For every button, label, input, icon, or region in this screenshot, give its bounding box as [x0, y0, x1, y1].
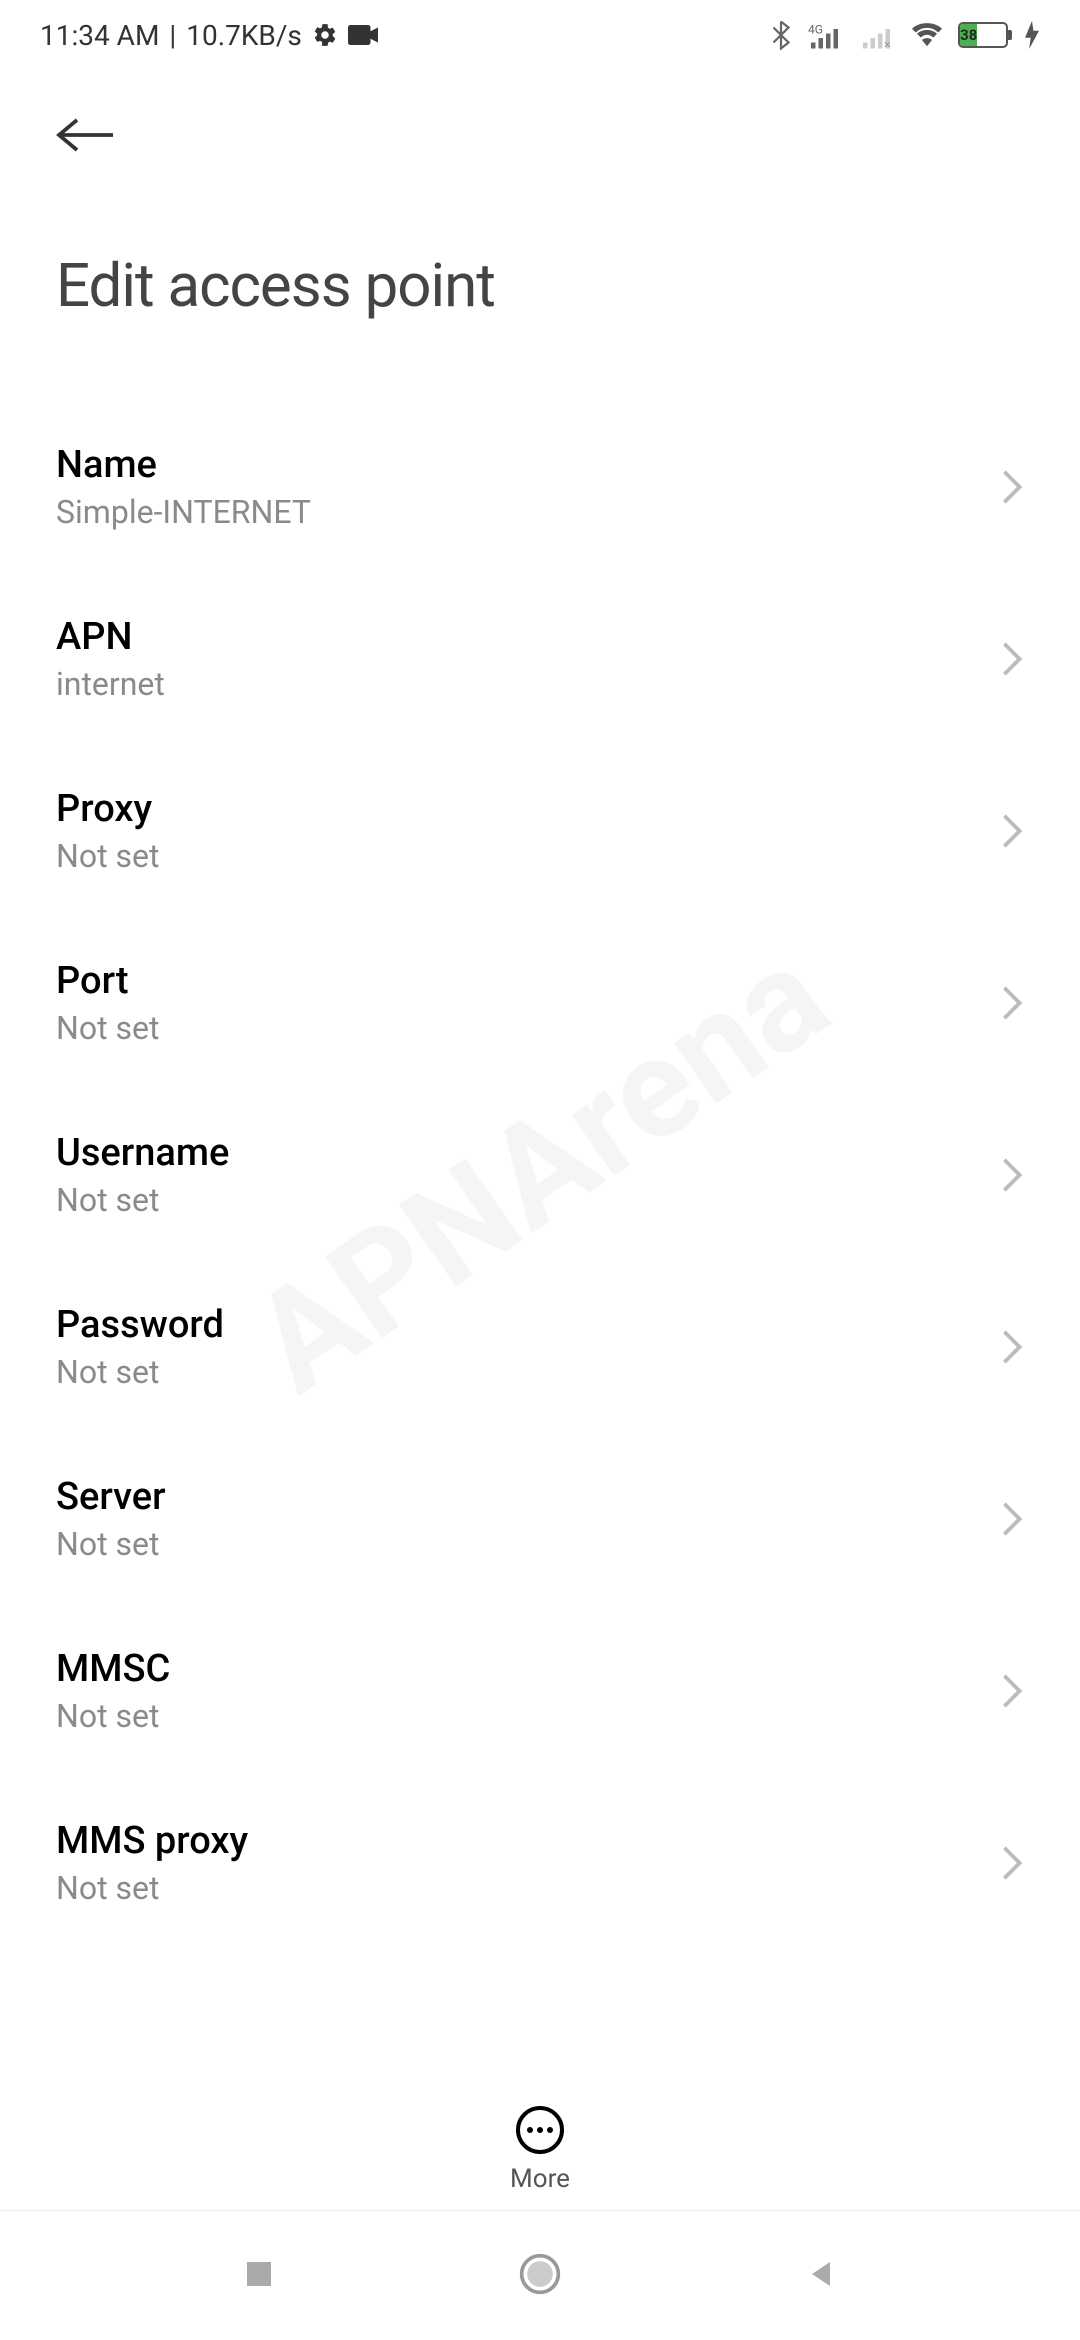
setting-label: APN — [56, 615, 165, 659]
arrow-left-icon — [56, 115, 116, 155]
status-speed: 10.7KB/s — [186, 19, 302, 52]
setting-label: Username — [56, 1131, 229, 1175]
setting-value: Not set — [56, 1181, 229, 1219]
setting-value: Not set — [56, 837, 159, 875]
svg-text:4G: 4G — [808, 23, 823, 37]
setting-row-proxy[interactable]: Proxy Not set — [56, 745, 1024, 917]
setting-label: Password — [56, 1303, 224, 1347]
chevron-right-icon — [1000, 468, 1024, 506]
setting-row-password[interactable]: Password Not set — [56, 1261, 1024, 1433]
setting-value: Not set — [56, 1697, 170, 1735]
setting-label: MMSC — [56, 1647, 170, 1691]
setting-row-port[interactable]: Port Not set — [56, 917, 1024, 1089]
chevron-right-icon — [1000, 1844, 1024, 1882]
more-label: More — [510, 2164, 570, 2194]
setting-label: Name — [56, 443, 311, 487]
circle-icon — [518, 2252, 562, 2296]
settings-list: Name Simple-INTERNET APN internet Proxy … — [0, 401, 1080, 1949]
svg-text:×: × — [884, 38, 890, 50]
more-button[interactable]: More — [0, 2076, 1080, 2194]
setting-row-apn[interactable]: APN internet — [56, 573, 1024, 745]
setting-label: Port — [56, 959, 159, 1003]
page-title: Edit access point — [56, 250, 1024, 321]
setting-value: Not set — [56, 1869, 248, 1907]
charging-icon — [1024, 21, 1040, 49]
navigation-bar — [0, 2210, 1080, 2340]
setting-label: Server — [56, 1475, 166, 1519]
chevron-right-icon — [1000, 1328, 1024, 1366]
setting-row-mmsc[interactable]: MMSC Not set — [56, 1605, 1024, 1777]
chevron-right-icon — [1000, 1500, 1024, 1538]
bluetooth-icon — [770, 20, 792, 50]
chevron-right-icon — [1000, 640, 1024, 678]
setting-row-name[interactable]: Name Simple-INTERNET — [56, 401, 1024, 573]
triangle-left-icon — [803, 2256, 839, 2292]
signal-4g-icon: 4G — [808, 21, 844, 49]
setting-row-username[interactable]: Username Not set — [56, 1089, 1024, 1261]
chevron-right-icon — [1000, 812, 1024, 850]
chevron-right-icon — [1000, 984, 1024, 1022]
nav-home-button[interactable] — [518, 2252, 562, 2300]
camera-icon — [348, 24, 378, 46]
status-sep: | — [169, 19, 176, 52]
setting-value: internet — [56, 665, 165, 703]
setting-value: Simple-INTERNET — [56, 493, 311, 531]
more-icon — [516, 2106, 564, 2154]
status-bar: 11:34 AM | 10.7KB/s 4G × 38 — [0, 0, 1080, 70]
setting-row-mmsproxy[interactable]: MMS proxy Not set — [56, 1777, 1024, 1949]
setting-label: MMS proxy — [56, 1819, 248, 1863]
setting-row-server[interactable]: Server Not set — [56, 1433, 1024, 1605]
nav-back-button[interactable] — [803, 2256, 839, 2296]
signal-nosim-icon: × — [860, 21, 896, 49]
back-button[interactable] — [56, 100, 126, 170]
nav-recents-button[interactable] — [241, 2256, 277, 2296]
chevron-right-icon — [1000, 1672, 1024, 1710]
setting-value: Not set — [56, 1525, 166, 1563]
chevron-right-icon — [1000, 1156, 1024, 1194]
setting-label: Proxy — [56, 787, 159, 831]
battery-icon: 38 — [958, 22, 1008, 48]
status-time: 11:34 AM — [40, 19, 159, 52]
setting-value: Not set — [56, 1353, 224, 1391]
setting-value: Not set — [56, 1009, 159, 1047]
gear-icon — [312, 22, 338, 48]
square-icon — [241, 2256, 277, 2292]
wifi-icon — [912, 23, 942, 47]
